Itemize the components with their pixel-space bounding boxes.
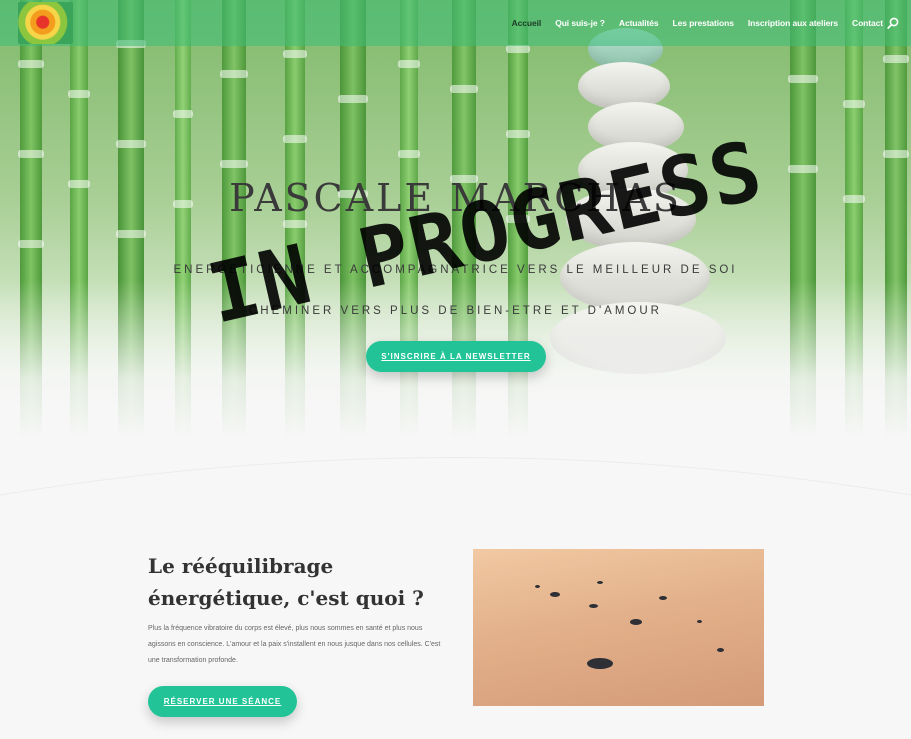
search-icon[interactable]	[887, 17, 899, 29]
nav-item-qui-suis-je[interactable]: Qui suis-je ?	[555, 18, 605, 28]
book-session-button[interactable]: Réserver une séance	[148, 686, 297, 717]
main-menu: Accueil Qui suis-je ? Actualités Les pre…	[512, 0, 883, 46]
nav-item-inscription-ateliers[interactable]: Inscription aux ateliers	[748, 18, 838, 28]
nav-item-actualites[interactable]: Actualités	[619, 18, 659, 28]
beach-pebbles-image	[473, 549, 764, 706]
newsletter-signup-button[interactable]: S'inscrire à la newsletter	[366, 341, 546, 372]
nav-item-contact[interactable]: Contact	[852, 18, 883, 28]
site-logo[interactable]	[18, 2, 73, 44]
section-title: Le rééquilibrage énergétique, c'est quoi…	[148, 554, 424, 610]
nav-item-accueil[interactable]: Accueil	[512, 18, 542, 28]
nav-item-les-prestations[interactable]: Les prestations	[673, 18, 734, 28]
section-description: Plus la fréquence vibratoire du corps es…	[148, 625, 441, 664]
top-navigation-bar: Accueil Qui suis-je ? Actualités Les pre…	[0, 0, 911, 46]
curved-divider	[0, 457, 911, 520]
hero-subtitle-2: CHEMINER VERS PLUS DE BIEN-ETRE ET D'AMO…	[249, 305, 662, 317]
